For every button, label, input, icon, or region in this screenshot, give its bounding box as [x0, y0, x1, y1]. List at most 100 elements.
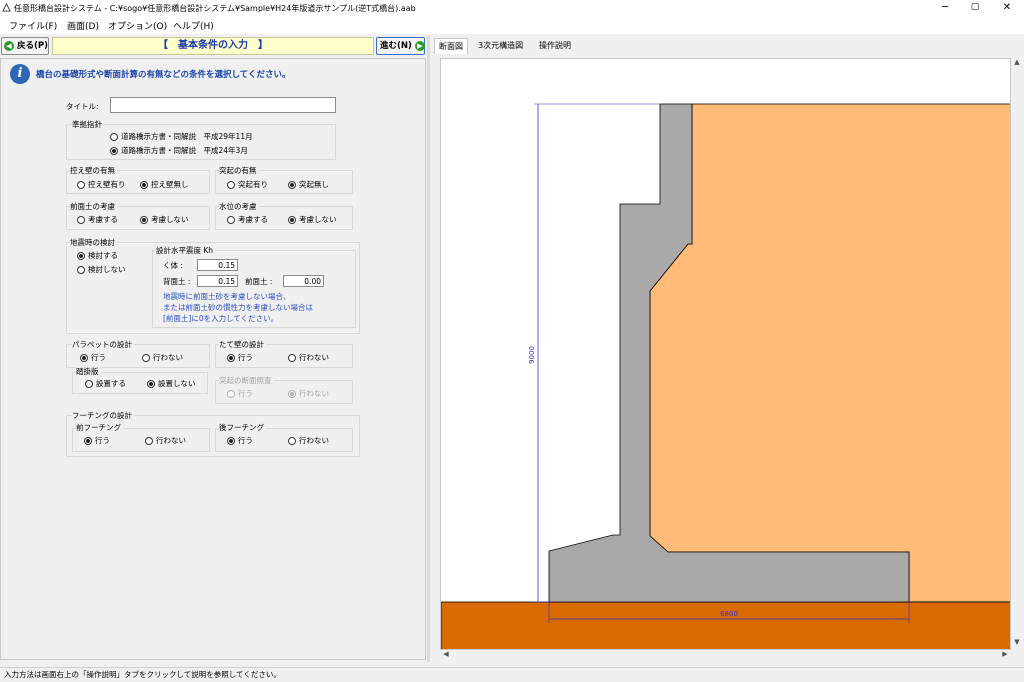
protrusion-yes-radio[interactable]: 突起有り — [227, 179, 268, 190]
maximize-button[interactable]: ▢ — [960, 0, 990, 16]
scroll-down-icon[interactable]: ▼ — [1011, 638, 1023, 646]
menu-display[interactable]: 画面(D) — [67, 19, 99, 32]
rear-footing-label: 後フーチング — [219, 422, 266, 433]
next-button[interactable]: 進む(N) ▶ — [376, 37, 425, 55]
info-icon: i — [10, 64, 30, 84]
wall-no-radio[interactable]: 行わない — [288, 352, 329, 363]
counterfort-no-label: 控え壁無し — [151, 180, 189, 189]
menu-option[interactable]: オプション(O) — [108, 19, 167, 32]
seismic-no-radio[interactable]: 検討しない — [77, 264, 126, 275]
radio-circle — [84, 436, 92, 445]
counterfort-yes-radio[interactable]: 控え壁有り — [77, 179, 126, 190]
radio-circle — [77, 265, 85, 274]
scroll-right-icon[interactable]: ▶ — [999, 650, 1011, 658]
parapet-yes-label: 行う — [91, 353, 106, 362]
rear-footing-yes-radio[interactable]: 行う — [227, 435, 253, 446]
height-dimension-label: 9000 — [528, 346, 536, 364]
kh-label: 設計水平震度 Kh — [156, 245, 216, 256]
close-button[interactable]: ✕ — [992, 0, 1022, 16]
footing-label: フーチングの設計 — [72, 410, 134, 421]
approach-slab-no-label: 設置しない — [158, 379, 196, 388]
radio-circle — [140, 215, 148, 224]
standard-label: 準拠指針 — [72, 119, 104, 130]
page-banner: 【 基本条件の入力 】 — [52, 37, 374, 55]
front-soil-label: 前面土の考慮 — [70, 201, 117, 212]
standard-h24-radio[interactable]: 道路橋示方書・同解説 平成24年3月 — [110, 145, 248, 156]
title-input[interactable] — [110, 97, 336, 113]
radio-circle — [77, 215, 85, 224]
parapet-yes-radio[interactable]: 行う — [80, 352, 106, 363]
backfill-soil — [649, 103, 1010, 603]
front-soil-no-radio[interactable]: 考慮しない — [140, 214, 189, 225]
wall-yes-label: 行う — [238, 353, 253, 362]
menu-file[interactable]: ファイル(F) — [9, 19, 57, 32]
radio-circle — [77, 251, 85, 260]
kh-note-line2: または前面土砂の慣性力を考慮しない場合は — [163, 303, 313, 312]
front-soil-no-label: 考慮しない — [151, 215, 189, 224]
water-level-no-radio[interactable]: 考慮しない — [288, 214, 337, 225]
radio-circle — [227, 436, 235, 445]
protrusion-check-no-label: 行わない — [299, 389, 329, 398]
water-level-yes-radio[interactable]: 考慮する — [227, 214, 268, 225]
front-footing-label: 前フーチング — [76, 422, 123, 433]
radio-circle — [288, 180, 296, 189]
kh-front-label: 前面土 : — [245, 277, 273, 286]
radio-circle — [227, 215, 235, 224]
tab-section[interactable]: 断面図 — [434, 38, 468, 54]
kh-body-input[interactable]: 0.15 — [197, 259, 238, 271]
seismic-yes-radio[interactable]: 検討する — [77, 250, 118, 261]
tab-3d-structure[interactable]: 3次元構造図 — [474, 38, 527, 54]
kh-body-label: く体 : — [163, 261, 183, 270]
radio-circle — [142, 353, 150, 362]
scroll-left-icon[interactable]: ◀ — [440, 650, 452, 658]
counterfort-no-radio[interactable]: 控え壁無し — [140, 179, 189, 190]
rear-footing-yes-label: 行う — [238, 436, 253, 445]
radio-circle — [288, 389, 296, 398]
scroll-up-icon[interactable]: ▲ — [1011, 58, 1023, 66]
radio-circle — [147, 379, 155, 388]
section-drawing: 9000 6800 — [441, 103, 1010, 649]
info-text: 橋台の基礎形式や断面計算の有無などの条件を選択してください。 — [36, 70, 291, 80]
radio-circle — [145, 436, 153, 445]
protrusion-check-label: 突起の断面照査 — [219, 375, 274, 386]
standard-h29-label: 道路橋示方書・同解説 平成29年11月 — [121, 132, 253, 141]
approach-slab-label: 踏掛版 — [76, 366, 101, 377]
approach-slab-no-radio[interactable]: 設置しない — [147, 378, 196, 389]
vertical-scrollbar[interactable]: ▲ ▼ — [1011, 58, 1023, 650]
protrusion-check-yes-radio: 行う — [227, 388, 253, 399]
radio-circle — [140, 180, 148, 189]
rear-footing-no-radio[interactable]: 行わない — [288, 435, 329, 446]
width-dimension-label: 6800 — [720, 610, 738, 618]
horizontal-scrollbar[interactable]: ◀ ▶ — [440, 650, 1011, 662]
parapet-no-radio[interactable]: 行わない — [142, 352, 183, 363]
water-level-yes-label: 考慮する — [238, 215, 268, 224]
app-icon — [2, 3, 11, 12]
radio-circle — [227, 353, 235, 362]
kh-front-input[interactable]: 0.00 — [283, 275, 324, 287]
parapet-label: パラペットの設計 — [72, 339, 134, 350]
section-drawing-canvas[interactable]: 9000 6800 — [440, 58, 1011, 650]
front-footing-yes-radio[interactable]: 行う — [84, 435, 110, 446]
parapet-no-label: 行わない — [153, 353, 183, 362]
water-level-label: 水位の考慮 — [219, 201, 259, 212]
back-button[interactable]: ◀ 戻る(P) — [1, 37, 49, 55]
protrusion-no-radio[interactable]: 突起無し — [288, 179, 329, 190]
standard-h29-radio[interactable]: 道路橋示方書・同解説 平成29年11月 — [110, 131, 253, 142]
wall-yes-radio[interactable]: 行う — [227, 352, 253, 363]
kh-note-line3: [前面土]に0を入力してください。 — [163, 314, 279, 323]
approach-slab-yes-radio[interactable]: 設置する — [85, 378, 126, 389]
radio-circle — [288, 215, 296, 224]
title-label: タイトル: — [66, 102, 99, 111]
front-soil-yes-radio[interactable]: 考慮する — [77, 214, 118, 225]
radio-circle — [227, 180, 235, 189]
menu-help[interactable]: ヘルプ(H) — [173, 19, 214, 32]
menu-bar: ファイル(F) 画面(D) オプション(O) ヘルプ(H) — [0, 16, 1024, 34]
rear-footing-no-label: 行わない — [299, 436, 329, 445]
front-footing-no-radio[interactable]: 行わない — [145, 435, 186, 446]
protrusion-yes-label: 突起有り — [238, 180, 268, 189]
counterfort-yes-label: 控え壁有り — [88, 180, 126, 189]
kh-back-input[interactable]: 0.15 — [197, 275, 238, 287]
minimize-button[interactable]: ─ — [930, 0, 960, 16]
next-button-label: 進む(N) — [380, 41, 412, 51]
tab-operation-guide[interactable]: 操作説明 — [535, 38, 575, 54]
